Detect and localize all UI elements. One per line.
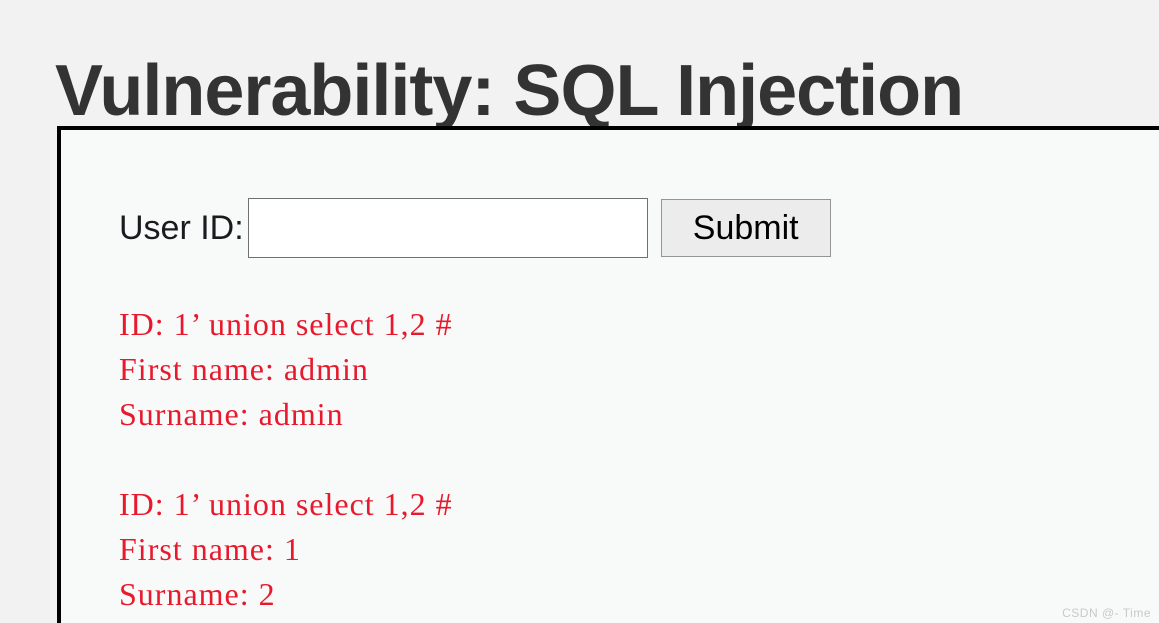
user-id-input[interactable] bbox=[247, 198, 648, 258]
vulnerability-content-panel: User ID: Submit ID: 1’ union select 1,2 … bbox=[57, 126, 1159, 623]
result-id-line: ID: 1’ union select 1,2 # bbox=[119, 486, 453, 522]
result-block: ID: 1’ union select 1,2 # First name: 1 … bbox=[119, 482, 1099, 617]
result-surname-line: Surname: admin bbox=[119, 396, 344, 432]
user-id-label: User ID: bbox=[119, 209, 244, 247]
result-block: ID: 1’ union select 1,2 # First name: ad… bbox=[119, 302, 1099, 437]
query-results: ID: 1’ union select 1,2 # First name: ad… bbox=[119, 302, 1099, 617]
page-title: Vulnerability: SQL Injection bbox=[55, 51, 964, 132]
result-first-name-line: First name: 1 bbox=[119, 531, 301, 567]
result-id-line: ID: 1’ union select 1,2 # bbox=[119, 306, 453, 342]
watermark: CSDN @- Time bbox=[1062, 606, 1151, 620]
result-first-name-line: First name: admin bbox=[119, 351, 369, 387]
user-id-form: User ID: Submit bbox=[119, 198, 831, 258]
submit-button[interactable]: Submit bbox=[660, 199, 831, 257]
result-surname-line: Surname: 2 bbox=[119, 576, 276, 612]
